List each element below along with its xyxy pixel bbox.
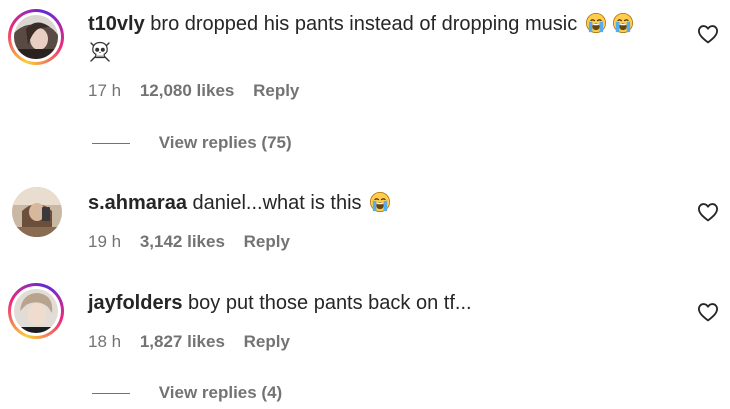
comment-username[interactable]: jayfolders: [88, 292, 182, 314]
avatar: [14, 15, 58, 59]
reply-button[interactable]: Reply: [244, 232, 290, 252]
view-replies-divider: [92, 393, 130, 395]
loudly-crying-face-icon: [612, 12, 634, 34]
comment-body: boy put those pants back on tf...: [188, 292, 472, 314]
heart-outline-icon[interactable]: [697, 302, 719, 322]
comment-likes[interactable]: 3,142 likes: [140, 232, 225, 252]
comment-timestamp: 18 h: [88, 331, 122, 351]
view-replies-label: View replies (75): [158, 133, 292, 152]
comment-text-line: s.ahmaraa daniel...what is this: [88, 190, 391, 216]
comment-item: t10vly bro dropped his pants instead of …: [0, 0, 730, 170]
reply-button[interactable]: Reply: [253, 81, 299, 101]
comment-item: jayfolders boy put those pants back on t…: [0, 270, 730, 409]
comment-timestamp: 17 h: [88, 80, 122, 100]
avatar-story-ring[interactable]: [8, 9, 64, 65]
avatar[interactable]: [12, 187, 62, 237]
comment-body: daniel...what is this: [192, 192, 362, 214]
comment-meta: 19 h 3,142 likes Reply: [88, 231, 290, 252]
view-replies-button[interactable]: View replies (4): [92, 383, 282, 403]
comment-text-line: jayfolders boy put those pants back on t…: [88, 290, 472, 316]
heart-outline-icon[interactable]: [697, 202, 719, 222]
comment-text-line: t10vly bro dropped his pants instead of …: [88, 11, 634, 37]
comment-text-line-2: [88, 40, 112, 67]
view-replies-label: View replies (4): [158, 383, 283, 402]
comment-username[interactable]: t10vly: [88, 13, 145, 35]
avatar: [14, 289, 58, 333]
comment-body: bro dropped his pants instead of droppin…: [150, 13, 578, 35]
loudly-crying-face-icon: [585, 12, 607, 34]
comment-likes[interactable]: 12,080 likes: [140, 81, 235, 101]
comment-username[interactable]: s.ahmaraa: [88, 192, 187, 214]
skull-and-crossbones-icon: [88, 40, 112, 64]
comment-timestamp: 19 h: [88, 231, 122, 251]
avatar-story-ring[interactable]: [8, 283, 64, 339]
comment-meta: 18 h 1,827 likes Reply: [88, 331, 290, 352]
comment-likes[interactable]: 1,827 likes: [140, 332, 225, 352]
comment-item: s.ahmaraa daniel...what is this 19 h 3,1…: [0, 170, 730, 260]
reply-button[interactable]: Reply: [244, 332, 290, 352]
view-replies-button[interactable]: View replies (75): [92, 133, 292, 153]
loudly-crying-face-icon: [369, 191, 391, 213]
view-replies-divider: [92, 143, 130, 145]
comment-meta: 17 h 12,080 likes Reply: [88, 80, 299, 101]
heart-outline-icon[interactable]: [697, 24, 719, 44]
